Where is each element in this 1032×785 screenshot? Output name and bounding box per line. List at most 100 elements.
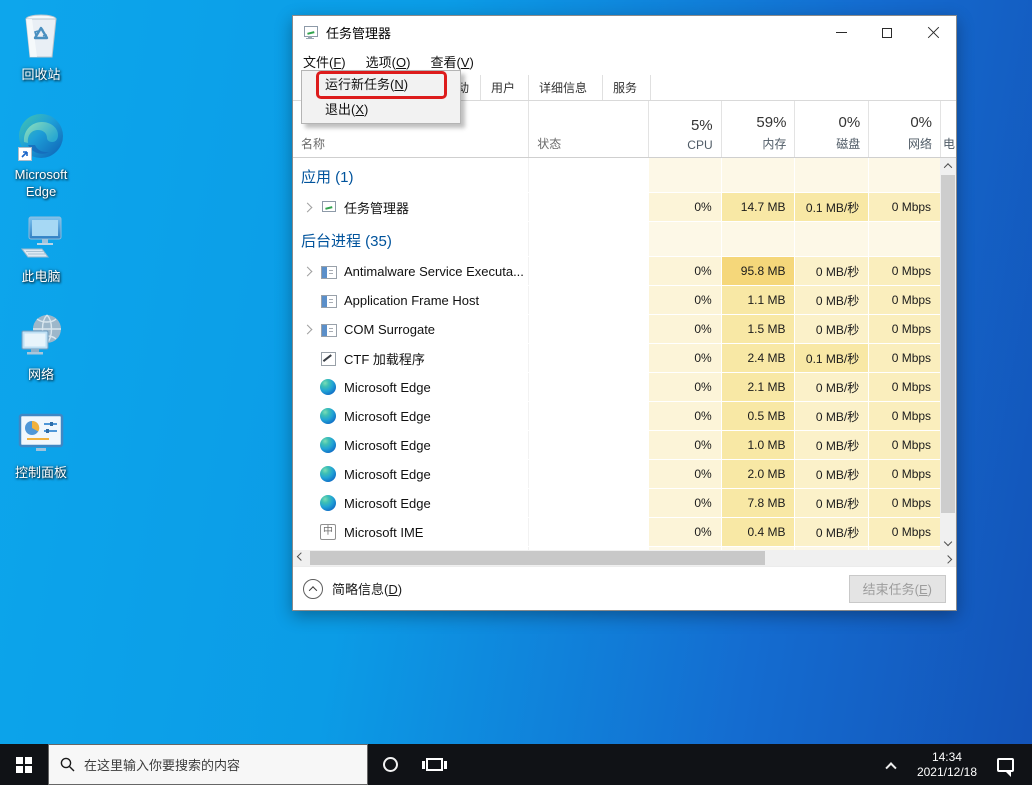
process-name: Microsoft IME <box>344 525 423 540</box>
process-row[interactable]: Microsoft Edge0%7.8 MB0 MB/秒0 Mbps <box>293 489 956 518</box>
search-placeholder: 在这里输入你要搜索的内容 <box>84 755 240 774</box>
column-header-network[interactable]: 0% 网络 <box>868 101 940 157</box>
minimize-button[interactable] <box>818 16 864 49</box>
scroll-down-button[interactable] <box>940 534 956 550</box>
hidden-icons-chevron[interactable] <box>885 762 896 773</box>
taskbar-search-box[interactable]: 在这里输入你要搜索的内容 <box>48 744 368 785</box>
menu-item-x[interactable]: 退出(X) <box>302 97 460 122</box>
scroll-up-button[interactable] <box>940 158 956 174</box>
network-cell: 0 Mbps <box>868 315 940 343</box>
expand-chevron-icon[interactable] <box>303 202 313 212</box>
file-dropdown-menu: 运行新任务(N)退出(X) <box>301 70 461 124</box>
ime-icon <box>320 524 336 540</box>
memory-cell: 1.1 MB <box>721 286 795 314</box>
network-cell: 0 Mbps <box>868 373 940 401</box>
cortana-button[interactable] <box>368 744 412 785</box>
expand-chevron-icon[interactable] <box>303 266 313 276</box>
process-name: Microsoft Edge <box>344 438 431 453</box>
edge-icon <box>320 466 336 482</box>
memory-cell <box>721 222 795 256</box>
process-row[interactable]: Microsoft Edge0%1.0 MB0 MB/秒0 Mbps <box>293 431 956 460</box>
disk-total-percent: 0% <box>839 114 861 131</box>
disk-cell: 0.1 MB/秒 <box>794 193 868 221</box>
network-cell: 0 Mbps <box>868 402 940 430</box>
tab-服务[interactable]: 服务 <box>603 75 651 100</box>
memory-cell: 2.1 MB <box>721 373 795 401</box>
process-row[interactable]: Microsoft Edge0%2.0 MB0 MB/秒0 Mbps <box>293 460 956 489</box>
scroll-right-button[interactable] <box>940 550 956 566</box>
process-row[interactable]: Microsoft Edge0%2.1 MB0 MB/秒0 Mbps <box>293 373 956 402</box>
process-name: Microsoft Edge <box>344 467 431 482</box>
process-name: Microsoft Edge <box>344 496 431 511</box>
desktop-icon-label: Microsoft Edge <box>6 166 76 200</box>
column-header-status[interactable]: 状态 <box>528 101 648 157</box>
this-pc-icon <box>15 212 67 264</box>
process-name: Antimalware Service Executa... <box>344 264 524 279</box>
process-name-cell: Microsoft Edge <box>293 402 528 430</box>
group-header-label: 后台进程 (35) <box>301 230 392 251</box>
chevron-up-icon <box>309 586 317 594</box>
process-row[interactable]: Antimalware Service Executa...0%95.8 MB0… <box>293 257 956 286</box>
start-button[interactable] <box>0 744 48 785</box>
process-row[interactable]: Application Frame Host0%1.1 MB0 MB/秒0 Mb… <box>293 286 956 315</box>
column-header-memory[interactable]: 59% 内存 <box>721 101 795 157</box>
vertical-scrollbar[interactable] <box>940 158 956 550</box>
network-icon <box>15 310 67 362</box>
desktop-icon-microsoft-edge[interactable]: Microsoft Edge <box>2 110 80 200</box>
expand-chevron-icon[interactable] <box>303 324 313 334</box>
end-task-button[interactable]: 结束任务(E) <box>849 575 946 603</box>
status-cell <box>528 518 648 546</box>
column-header-power[interactable]: 电 <box>940 101 956 157</box>
clock-date: 2021/12/18 <box>917 765 977 780</box>
minimize-icon <box>836 32 847 33</box>
task-view-button[interactable] <box>412 744 456 785</box>
maximize-icon <box>882 28 892 38</box>
edge-icon <box>320 437 336 453</box>
process-name-cell: CTF 加载程序 <box>293 344 528 372</box>
status-cell <box>528 158 648 192</box>
status-cell <box>528 373 648 401</box>
horizontal-scrollbar-thumb[interactable] <box>310 551 765 565</box>
process-row[interactable]: CTF 加载程序0%2.4 MB0.1 MB/秒0 Mbps <box>293 344 956 373</box>
fewer-details-toggle[interactable] <box>303 579 323 599</box>
maximize-button[interactable] <box>864 16 910 49</box>
process-row[interactable]: COM Surrogate0%1.5 MB0 MB/秒0 Mbps <box>293 315 956 344</box>
disk-cell: 0 MB/秒 <box>794 257 868 285</box>
group-header-cell: 应用 (1) <box>293 158 528 192</box>
network-cell: 0 Mbps <box>868 460 940 488</box>
process-row[interactable]: Microsoft IME0%0.4 MB0 MB/秒0 Mbps <box>293 518 956 547</box>
desktop-icon-control-panel[interactable]: 控制面板 <box>2 408 80 481</box>
edge-icon <box>320 379 336 395</box>
group-header-row[interactable]: 应用 (1) <box>293 158 956 193</box>
column-header-cpu[interactable]: 5% CPU <box>648 101 721 157</box>
disk-cell: 0 MB/秒 <box>794 431 868 459</box>
process-row[interactable]: Microsoft Edge0%0.5 MB0 MB/秒0 Mbps <box>293 402 956 431</box>
horizontal-scrollbar[interactable] <box>293 550 956 566</box>
menu-item-n[interactable]: 运行新任务(N) <box>302 72 460 97</box>
taskbar-clock[interactable]: 14:34 2021/12/18 <box>917 750 977 780</box>
cpu-cell: 0% <box>648 286 721 314</box>
fewer-details-label[interactable]: 简略信息(D) <box>332 579 402 598</box>
disk-cell: 0 MB/秒 <box>794 315 868 343</box>
process-row[interactable]: 任务管理器0%14.7 MB0.1 MB/秒0 Mbps <box>293 193 956 222</box>
title-bar[interactable]: 任务管理器 <box>293 16 956 49</box>
column-header-disk[interactable]: 0% 磁盘 <box>794 101 868 157</box>
memory-cell: 95.8 MB <box>721 257 795 285</box>
memory-cell <box>721 158 795 192</box>
status-cell <box>528 193 648 221</box>
scroll-left-button[interactable] <box>293 550 309 566</box>
window-icon <box>320 321 336 337</box>
vertical-scrollbar-thumb[interactable] <box>941 175 955 513</box>
desktop-icon-network[interactable]: 网络 <box>2 310 80 383</box>
tab-用户[interactable]: 用户 <box>481 75 529 100</box>
desktop-icon-recycle-bin[interactable]: 回收站 <box>2 10 80 83</box>
process-name: Microsoft Edge <box>344 380 431 395</box>
network-cell <box>868 222 940 256</box>
action-center-icon[interactable] <box>997 758 1014 772</box>
group-header-row[interactable]: 后台进程 (35) <box>293 222 956 257</box>
tab-详细信息[interactable]: 详细信息 <box>529 75 603 100</box>
desktop-icon-this-pc[interactable]: 此电脑 <box>2 212 80 285</box>
status-cell <box>528 315 648 343</box>
close-button[interactable] <box>910 16 956 49</box>
disk-cell: 0 MB/秒 <box>794 489 868 517</box>
